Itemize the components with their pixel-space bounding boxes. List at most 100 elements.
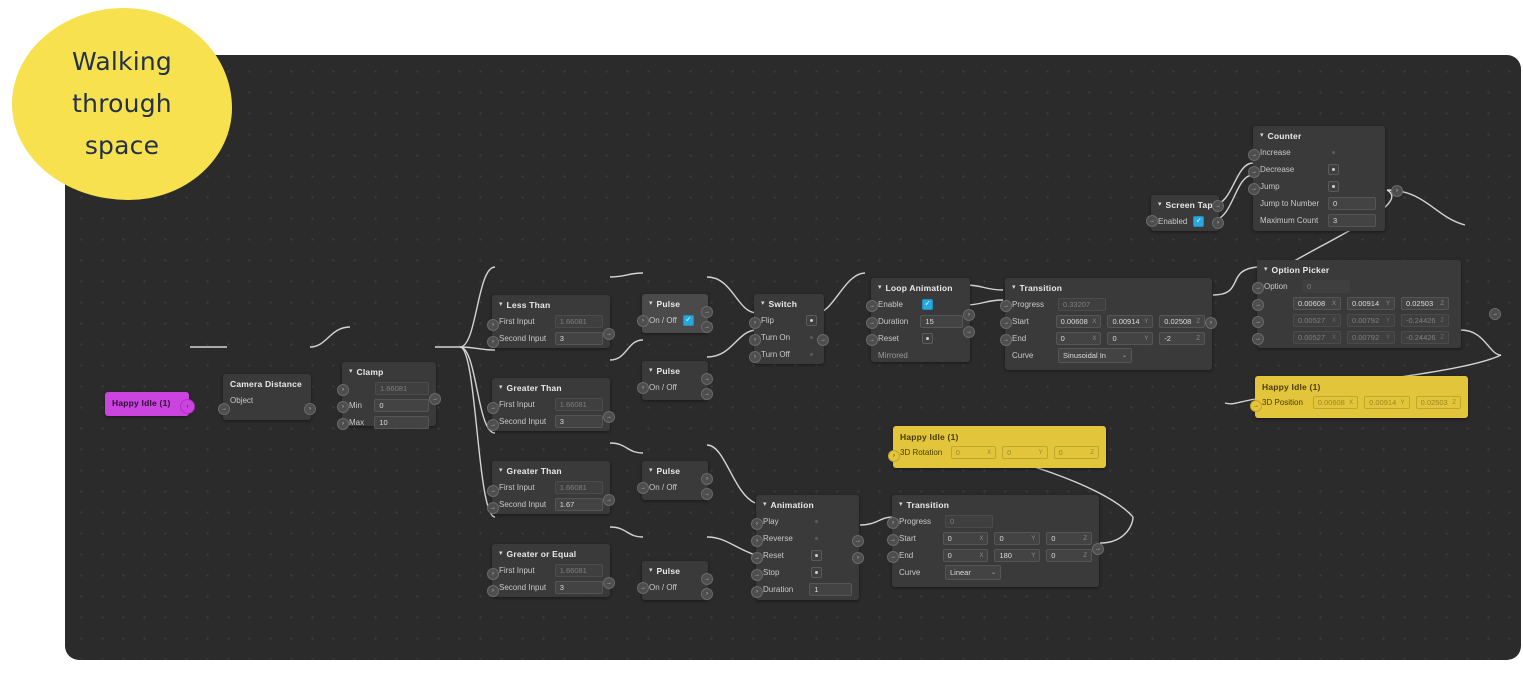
input-port-max[interactable]: › bbox=[337, 418, 349, 430]
enabled-checkbox[interactable]: ✓ bbox=[1193, 216, 1205, 227]
row-first-input[interactable]: First Input 1.66081 bbox=[492, 313, 610, 330]
node-happy-idle-source[interactable]: Happy Idle (1) › bbox=[105, 392, 195, 416]
output-port-2[interactable]: → bbox=[963, 326, 975, 338]
reset-radio[interactable] bbox=[922, 333, 933, 344]
end-y-field[interactable]: 180 Y bbox=[994, 549, 1041, 562]
turn-off-radio[interactable] bbox=[806, 349, 817, 360]
input-port-position[interactable]: → bbox=[1250, 400, 1262, 412]
input-port-first[interactable]: → bbox=[487, 402, 499, 414]
rotation-y-field[interactable]: 0 Y bbox=[1002, 446, 1048, 459]
progress-field[interactable]: 0.33207 bbox=[1058, 298, 1106, 311]
row-curve[interactable]: Curve Sinusoidal In ⌄ bbox=[1005, 347, 1212, 364]
clamp-max-field[interactable]: 10 bbox=[374, 416, 429, 429]
input-port-reset[interactable]: → bbox=[866, 334, 878, 346]
row-first-input[interactable]: First Input 1.66081 bbox=[492, 396, 610, 413]
input-port-object[interactable]: → bbox=[218, 403, 230, 415]
end-z-field[interactable]: -2 Z bbox=[1159, 332, 1205, 345]
curve-select[interactable]: Sinusoidal In ⌄ bbox=[1058, 348, 1132, 363]
input-port-first[interactable]: → bbox=[487, 485, 499, 497]
row-maximum-count[interactable]: Maximum Count 3 bbox=[1253, 212, 1385, 229]
row-reverse[interactable]: Reverse bbox=[756, 530, 859, 547]
output-port-2[interactable]: › bbox=[1212, 217, 1224, 229]
option-3-z-field[interactable]: -0.24426 Z bbox=[1401, 331, 1449, 344]
row-stop[interactable]: Stop bbox=[756, 564, 859, 581]
end-y-field[interactable]: 0 Y bbox=[1107, 332, 1154, 345]
position-z-field[interactable]: 0.02503 Z bbox=[1415, 396, 1461, 409]
row-on-off[interactable]: On / Off bbox=[642, 379, 708, 396]
output-port[interactable]: › bbox=[180, 399, 195, 414]
clamp-min-field[interactable]: 0 bbox=[374, 399, 429, 412]
first-input-field[interactable]: 1.66081 bbox=[554, 398, 603, 411]
first-input-field[interactable]: 1.66081 bbox=[554, 481, 603, 494]
input-port-second[interactable]: › bbox=[487, 585, 499, 597]
row-flip[interactable]: Flip bbox=[754, 312, 824, 329]
node-pulse-4[interactable]: ▾ Pulse On / Off → → › bbox=[637, 561, 713, 600]
node-camera-distance[interactable]: Camera Distance Object → › bbox=[218, 374, 316, 420]
second-input-field[interactable]: 1.67 bbox=[554, 498, 603, 511]
option-3-y-field[interactable]: 0.00792 Y bbox=[1347, 331, 1395, 344]
input-port-start[interactable]: → bbox=[887, 534, 899, 546]
output-port-2[interactable]: › bbox=[852, 552, 864, 564]
node-clamp[interactable]: ▾ Clamp 1.66081 Min 0 Max 10 › › › → bbox=[337, 362, 441, 430]
row-progress[interactable]: Progress 0 bbox=[892, 513, 1099, 530]
row-jump[interactable]: Jump bbox=[1253, 178, 1385, 195]
option-1-x-field[interactable]: 0.00608 X bbox=[1293, 297, 1341, 310]
input-port-rotation[interactable]: › bbox=[888, 450, 900, 462]
option-field[interactable]: 0 bbox=[1302, 280, 1350, 293]
row-clamp-value[interactable]: 1.66081 bbox=[342, 380, 436, 397]
increase-radio[interactable] bbox=[1328, 147, 1339, 158]
output-port-on[interactable]: → bbox=[701, 573, 713, 585]
input-port-duration[interactable]: › bbox=[751, 586, 763, 598]
output-port[interactable]: → bbox=[603, 577, 615, 589]
decrease-radio[interactable] bbox=[1328, 164, 1339, 175]
input-port-turn-on[interactable]: › bbox=[749, 334, 761, 346]
start-z-field[interactable]: 0 Z bbox=[1046, 532, 1092, 545]
input-port-value[interactable]: › bbox=[337, 384, 349, 396]
node-transition-bottom[interactable]: ▾ Transition Progress 0 Start 0 X 0 Y 0 … bbox=[887, 495, 1104, 587]
output-port-1[interactable]: → bbox=[1212, 200, 1224, 212]
jump-radio[interactable] bbox=[1328, 181, 1339, 192]
input-port-jump[interactable]: → bbox=[1248, 183, 1260, 195]
input-port-stop[interactable]: → bbox=[751, 569, 763, 581]
node-loop-animation[interactable]: ▾ Loop Animation Enable ✓ Duration 15 Re… bbox=[866, 278, 975, 364]
curve-select[interactable]: Linear ⌄ bbox=[945, 565, 1001, 580]
input-port[interactable]: › bbox=[637, 315, 649, 327]
node-screen-tap[interactable]: ▾ Screen Tap Enabled ✓ → → › bbox=[1146, 195, 1224, 231]
node-counter[interactable]: ▾ Counter Increase Decrease Jump Jump to… bbox=[1248, 126, 1403, 231]
row-reset[interactable]: Reset bbox=[871, 330, 970, 347]
output-port[interactable]: → bbox=[603, 411, 615, 423]
row-increase[interactable]: Increase bbox=[1253, 144, 1385, 161]
on-off-checkbox[interactable]: ✓ bbox=[682, 315, 694, 326]
duration-field[interactable]: 1 bbox=[809, 583, 852, 596]
stop-radio[interactable] bbox=[811, 567, 822, 578]
end-z-field[interactable]: 0 Z bbox=[1046, 549, 1092, 562]
output-port[interactable]: › bbox=[1391, 185, 1403, 197]
start-y-field[interactable]: 0.00914 Y bbox=[1107, 315, 1154, 328]
output-port[interactable]: › bbox=[304, 403, 316, 415]
row-jump-to-number[interactable]: Jump to Number 0 bbox=[1253, 195, 1385, 212]
input-port-second[interactable]: → bbox=[487, 419, 499, 431]
input-port-play[interactable]: › bbox=[751, 518, 763, 530]
node-less-than[interactable]: ▾ Less Than First Input 1.66081 Second I… bbox=[487, 295, 615, 348]
node-graph-canvas[interactable]: Happy Idle (1) › Camera Distance Object … bbox=[65, 55, 1521, 660]
option-2-z-field[interactable]: -0.24426 Z bbox=[1401, 314, 1449, 327]
position-y-field[interactable]: 0.00914 Y bbox=[1364, 396, 1410, 409]
row-option-1[interactable]: 0.00608 X 0.00914 Y 0.02503 Z bbox=[1257, 295, 1461, 312]
input-port-1[interactable]: → bbox=[1252, 299, 1264, 311]
start-y-field[interactable]: 0 Y bbox=[994, 532, 1041, 545]
first-input-field[interactable]: 1.66081 bbox=[554, 315, 603, 328]
input-port-duration[interactable]: → bbox=[866, 317, 878, 329]
input-port-reset[interactable]: → bbox=[751, 552, 763, 564]
row-enable[interactable]: Enable ✓ bbox=[871, 296, 970, 313]
row-mirrored[interactable]: Mirrored bbox=[871, 347, 970, 364]
row-second-input[interactable]: Second Input 3 bbox=[492, 330, 610, 347]
row-option-2[interactable]: 0.00527 X 0.00792 Y -0.24426 Z bbox=[1257, 312, 1461, 329]
output-port-off[interactable]: → bbox=[701, 388, 713, 400]
input-port-turn-off[interactable]: › bbox=[749, 351, 761, 363]
clamp-value-field[interactable]: 1.66081 bbox=[375, 382, 429, 395]
position-x-field[interactable]: 0.00608 X bbox=[1312, 396, 1359, 409]
row-3d-position[interactable]: 3D Position 0.00608 X 0.00914 Y 0.02503 … bbox=[1255, 394, 1468, 411]
row-second-input[interactable]: Second Input 3 bbox=[492, 579, 610, 596]
output-port-on[interactable]: → bbox=[701, 373, 713, 385]
row-second-input[interactable]: Second Input 3 bbox=[492, 413, 610, 430]
